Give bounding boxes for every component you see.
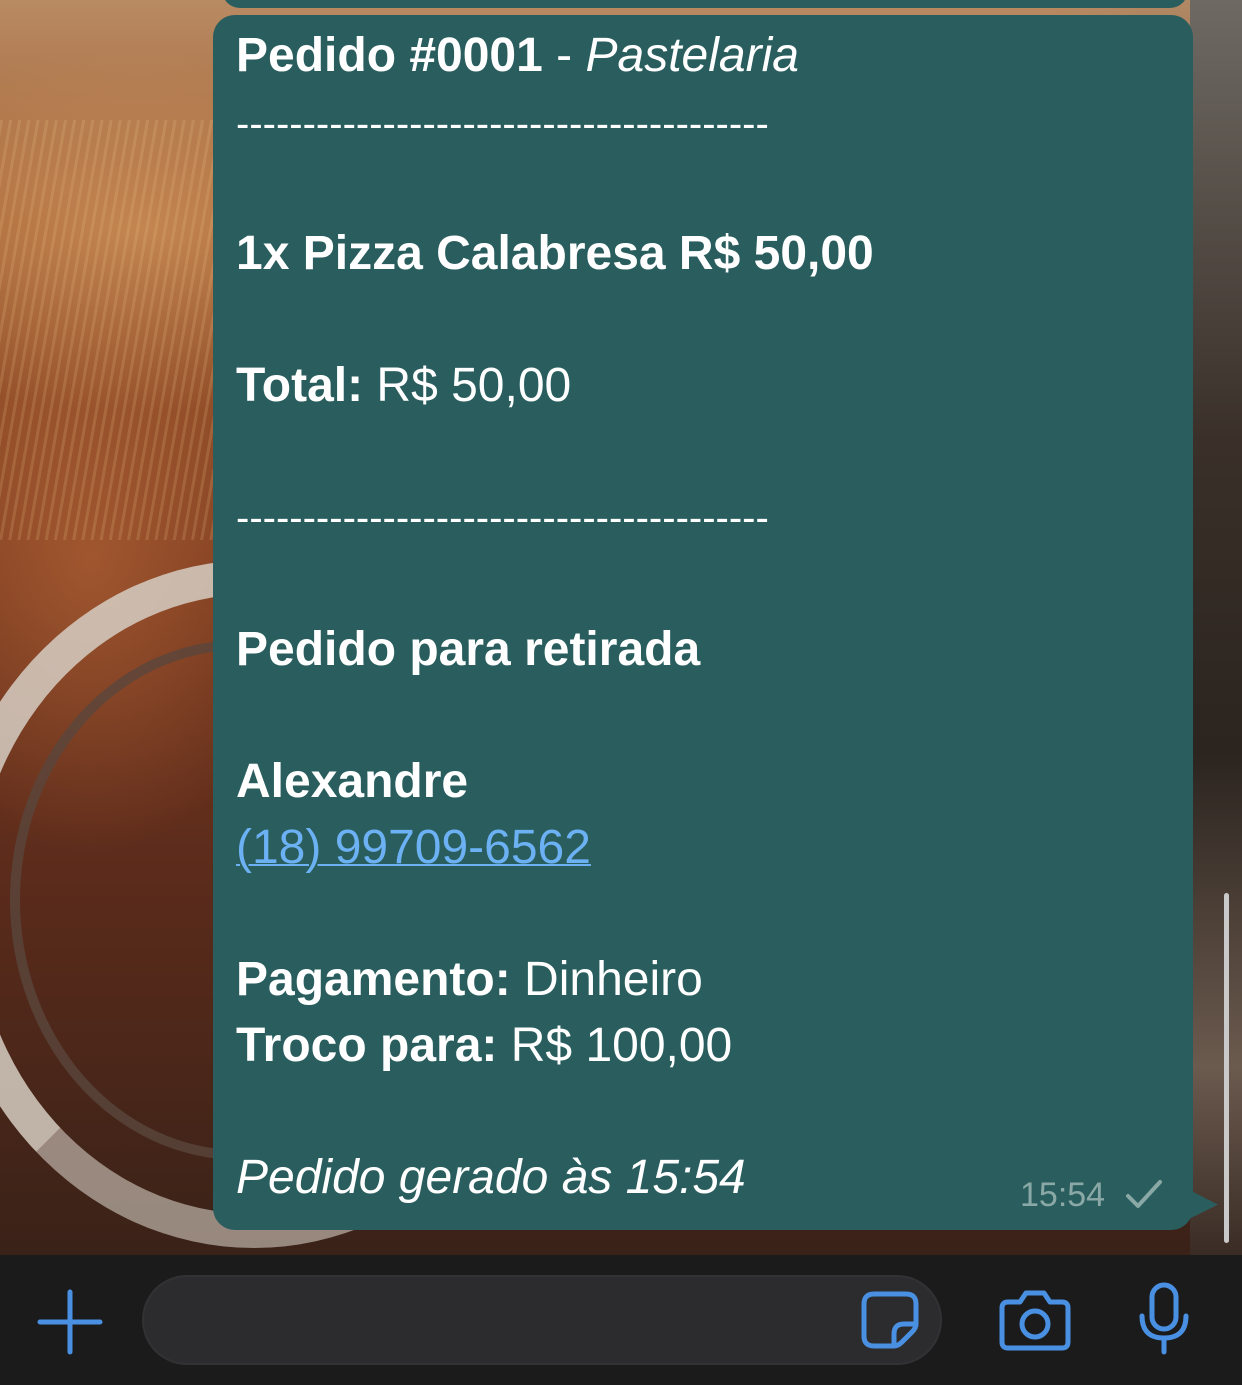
message-title: Pedido #0001 - Pastelaria [236, 28, 799, 84]
pickup-label: Pedido para retirada [236, 623, 701, 676]
total-value: R$ 50,00 [363, 359, 572, 412]
single-check-icon [1126, 1180, 1162, 1208]
store-name: Pastelaria [585, 29, 799, 82]
camera-icon[interactable] [998, 1288, 1072, 1352]
sticker-icon[interactable] [860, 1290, 920, 1350]
order-item: 1x Pizza Calabresa R$ 50,00 [236, 227, 874, 280]
order-number: Pedido #0001 [236, 29, 543, 82]
previous-message-bubble[interactable] [222, 0, 1188, 8]
wallpaper-right-edge [1190, 0, 1242, 1255]
total-label: Total: [236, 359, 364, 412]
separator-line-2: ---------------------------------------- [236, 496, 769, 540]
scrollbar[interactable] [1224, 893, 1229, 1243]
microphone-icon[interactable] [1136, 1282, 1192, 1356]
change-label: Troco para: [236, 1019, 498, 1072]
change-value: R$ 100,00 [497, 1019, 733, 1072]
separator-line: ---------------------------------------- [236, 102, 769, 146]
plus-icon[interactable] [36, 1288, 104, 1356]
payment-label: Pagamento: [236, 953, 511, 1006]
message-time: 15:54 [1020, 1176, 1106, 1214]
payment-value: Dinheiro [510, 953, 703, 1006]
payment-line: Pagamento: Dinheiro [236, 952, 703, 1008]
wallpaper-grass [0, 120, 230, 540]
bubble-tail [1180, 1178, 1218, 1224]
generated-note: Pedido gerado às 15:54 [236, 1151, 746, 1204]
phone-link[interactable]: (18) 99709-6562 [236, 820, 591, 876]
order-total: Total: R$ 50,00 [236, 358, 571, 414]
change-line: Troco para: R$ 100,00 [236, 1018, 732, 1074]
title-separator: - [542, 29, 586, 82]
message-input[interactable] [142, 1275, 942, 1365]
customer-name: Alexandre [236, 755, 469, 808]
